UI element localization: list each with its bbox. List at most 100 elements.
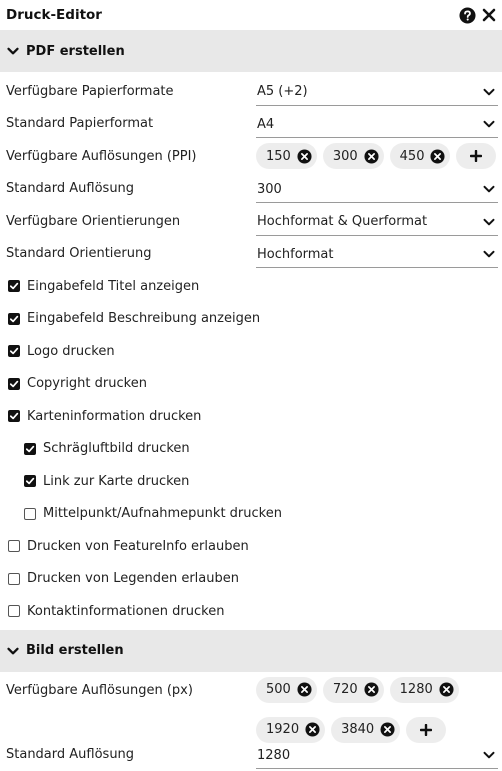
checkbox-unchecked[interactable] xyxy=(24,508,36,520)
image-default-resolution-select[interactable]: 1280 xyxy=(256,743,498,770)
checkbox-label: Logo drucken xyxy=(27,344,115,359)
field-image-default-resolution: Standard Auflösung 1280 xyxy=(0,739,502,771)
checkbox-oblique-image[interactable]: Schrägluftbild drucken xyxy=(0,433,502,466)
chip-resolution: 150 xyxy=(256,143,317,169)
field-default-resolution: Standard Auflösung 300 xyxy=(0,173,502,206)
chevron-down-icon xyxy=(482,182,496,196)
chip-resolution: 450 xyxy=(390,143,451,169)
chevron-down-icon xyxy=(482,215,496,229)
checkbox-map-info[interactable]: Karteninformation drucken xyxy=(0,400,502,433)
remove-circle-icon[interactable] xyxy=(297,149,312,164)
checkbox-copyright[interactable]: Copyright drucken xyxy=(0,368,502,401)
header-icons xyxy=(459,7,496,24)
select-value: A4 xyxy=(257,117,274,132)
field-orientations: Verfügbare Orientierungen Hochformat & Q… xyxy=(0,205,502,238)
field-label: Verfügbare Papierformate xyxy=(6,84,256,99)
section-pdf-header[interactable]: PDF erstellen xyxy=(0,30,502,72)
default-orientation-select[interactable]: Hochformat xyxy=(256,242,498,269)
chevron-down-icon xyxy=(482,247,496,261)
section-image-header[interactable]: Bild erstellen xyxy=(0,630,502,672)
chevron-down-icon xyxy=(482,117,496,131)
chevron-down-icon xyxy=(482,85,496,99)
plus-icon xyxy=(420,724,432,736)
chip-resolution: 1280 xyxy=(390,677,459,703)
checkbox-label: Drucken von FeatureInfo erlauben xyxy=(27,539,249,554)
checkbox-description-field[interactable]: Eingabefeld Beschreibung anzeigen xyxy=(0,303,502,336)
checkbox-featureinfo[interactable]: Drucken von FeatureInfo erlauben xyxy=(0,530,502,563)
checkbox-checked[interactable] xyxy=(24,443,36,455)
checkbox-title-field[interactable]: Eingabefeld Titel anzeigen xyxy=(0,270,502,303)
field-label: Standard Orientierung xyxy=(6,246,256,261)
select-value: A5 (+2) xyxy=(257,84,308,99)
chip-label: 720 xyxy=(333,682,358,697)
chip-label: 500 xyxy=(266,682,291,697)
chip-label: 1920 xyxy=(266,722,299,737)
checkbox-label: Kontaktinformationen drucken xyxy=(27,604,224,619)
field-resolutions-ppi: Verfügbare Auflösungen (PPI) 150 300 450 xyxy=(0,140,502,173)
chevron-down-icon xyxy=(6,644,20,658)
field-label: Verfügbare Auflösungen (PPI) xyxy=(6,149,256,164)
image-section-body: Verfügbare Auflösungen (px) 500 720 1280… xyxy=(0,672,502,771)
chevron-down-icon xyxy=(6,44,20,58)
checkbox-checked[interactable] xyxy=(8,378,20,390)
remove-circle-icon[interactable] xyxy=(305,722,320,737)
checkbox-label: Eingabefeld Beschreibung anzeigen xyxy=(27,311,260,326)
field-label: Verfügbare Orientierungen xyxy=(6,214,256,229)
remove-circle-icon[interactable] xyxy=(439,682,454,697)
checkbox-map-link[interactable]: Link zur Karte drucken xyxy=(0,465,502,498)
check-icon xyxy=(9,346,19,356)
checkbox-checked[interactable] xyxy=(8,345,20,357)
field-label: Verfügbare Auflösungen (px) xyxy=(6,683,193,698)
remove-circle-icon[interactable] xyxy=(380,722,395,737)
paper-formats-select[interactable]: A5 (+2) xyxy=(256,79,498,106)
field-default-paper-format: Standard Papierformat A4 xyxy=(0,108,502,141)
chip-resolution: 300 xyxy=(323,143,384,169)
checkbox-contact-info[interactable]: Kontaktinformationen drucken xyxy=(0,595,502,628)
field-paper-formats: Verfügbare Papierformate A5 (+2) xyxy=(0,75,502,108)
checkbox-label: Link zur Karte drucken xyxy=(43,474,189,489)
checkbox-center-point[interactable]: Mittelpunkt/Aufnahmepunkt drucken xyxy=(0,498,502,531)
checkbox-checked[interactable] xyxy=(24,475,36,487)
pdf-section-body: Verfügbare Papierformate A5 (+2) Standar… xyxy=(0,72,502,628)
check-icon xyxy=(9,281,19,291)
chip-label: 3840 xyxy=(341,722,374,737)
check-icon xyxy=(9,379,19,389)
default-paper-format-select[interactable]: A4 xyxy=(256,112,498,139)
checkbox-checked[interactable] xyxy=(8,313,20,325)
close-icon[interactable] xyxy=(482,8,496,22)
plus-icon xyxy=(470,150,482,162)
orientations-select[interactable]: Hochformat & Querformat xyxy=(256,209,498,236)
checkbox-unchecked[interactable] xyxy=(8,540,20,552)
field-resolutions-px: Verfügbare Auflösungen (px) 500 720 1280… xyxy=(0,674,502,739)
chip-label: 450 xyxy=(400,149,425,164)
help-circle-icon[interactable] xyxy=(459,7,476,24)
checkbox-label: Drucken von Legenden erlauben xyxy=(27,571,239,586)
remove-circle-icon[interactable] xyxy=(364,682,379,697)
chevron-down-icon xyxy=(482,748,496,762)
checkbox-logo[interactable]: Logo drucken xyxy=(0,335,502,368)
select-value: 300 xyxy=(257,182,282,197)
checkbox-unchecked[interactable] xyxy=(8,605,20,617)
checkbox-label: Copyright drucken xyxy=(27,376,147,391)
add-resolution-button[interactable] xyxy=(456,143,496,169)
select-value: Hochformat & Querformat xyxy=(257,214,427,229)
select-value: 1280 xyxy=(257,748,290,763)
checkbox-checked[interactable] xyxy=(8,280,20,292)
remove-circle-icon[interactable] xyxy=(430,149,445,164)
checkbox-label: Eingabefeld Titel anzeigen xyxy=(27,279,199,294)
chip-list: 150 300 450 xyxy=(256,143,498,169)
check-icon xyxy=(25,444,35,454)
field-label: Standard Auflösung xyxy=(6,181,256,196)
remove-circle-icon[interactable] xyxy=(297,682,312,697)
chip-label: 150 xyxy=(266,149,291,164)
checkbox-label: Karteninformation drucken xyxy=(27,409,201,424)
checkbox-unchecked[interactable] xyxy=(8,573,20,585)
check-icon xyxy=(25,476,35,486)
remove-circle-icon[interactable] xyxy=(364,149,379,164)
checkbox-checked[interactable] xyxy=(8,410,20,422)
chip-resolution: 720 xyxy=(323,677,384,703)
checkbox-legends[interactable]: Drucken von Legenden erlauben xyxy=(0,563,502,596)
check-icon xyxy=(9,411,19,421)
default-resolution-select[interactable]: 300 xyxy=(256,177,498,204)
checkbox-label: Schrägluftbild drucken xyxy=(43,441,190,456)
